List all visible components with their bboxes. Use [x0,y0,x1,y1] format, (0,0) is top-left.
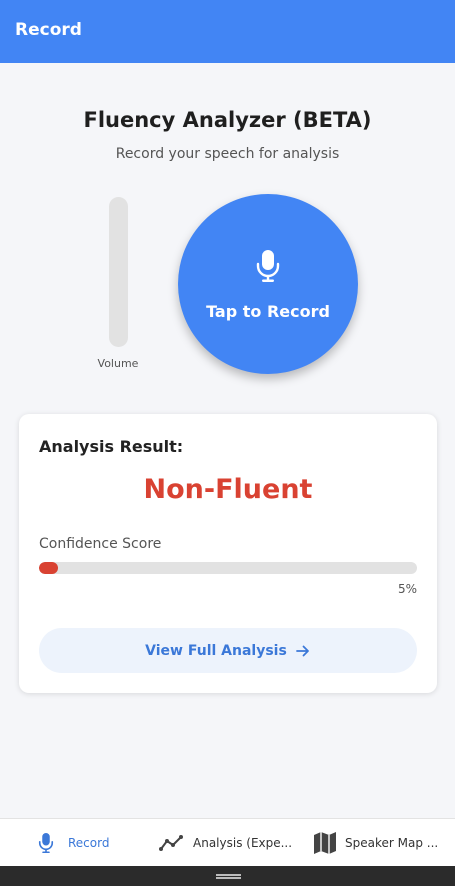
confidence-score-label: Confidence Score [39,536,162,552]
nav-item-analysis[interactable]: Analysis (Expe... [159,819,292,867]
mic-icon [256,250,280,282]
volume-label: Volume [97,357,139,370]
nav-item-record[interactable]: Record [38,819,109,867]
line-chart-icon [159,835,183,851]
system-navigation-bar [0,866,455,886]
record-button[interactable]: Tap to Record [178,194,358,374]
confidence-progress-fill [39,562,58,574]
nav-item-speaker-map-label: Speaker Map ... [345,836,439,850]
record-button-label: Tap to Record [206,302,330,321]
confidence-score-value: 5% [397,582,417,596]
nav-item-speaker-map[interactable]: Speaker Map ... [313,819,438,867]
analysis-result-card: Analysis Result: Non-Fluent Confidence S… [19,414,437,693]
confidence-progress-bar [39,562,417,574]
app-bar: Record [0,0,455,63]
mic-icon [38,833,54,853]
page-subtitle: Record your speech for analysis [115,146,340,162]
view-full-analysis-label: View Full Analysis [145,642,287,659]
bottom-navigation: Record Analysis (Expe... Speaker Map ... [0,818,455,866]
app-bar-title: Record [15,20,82,40]
analysis-result-title: Analysis Result: [39,437,184,456]
home-handle-icon[interactable] [216,874,241,879]
volume-meter [109,197,128,347]
nav-item-analysis-label: Analysis (Expe... [193,836,293,850]
map-icon [314,832,336,854]
arrow-right-icon [295,645,309,656]
analysis-result-value: Non-Fluent [143,474,313,505]
view-full-analysis-button[interactable]: View Full Analysis [39,628,417,673]
page-title: Fluency Analyzer (BETA) [83,108,372,132]
nav-item-record-label: Record [68,836,110,850]
